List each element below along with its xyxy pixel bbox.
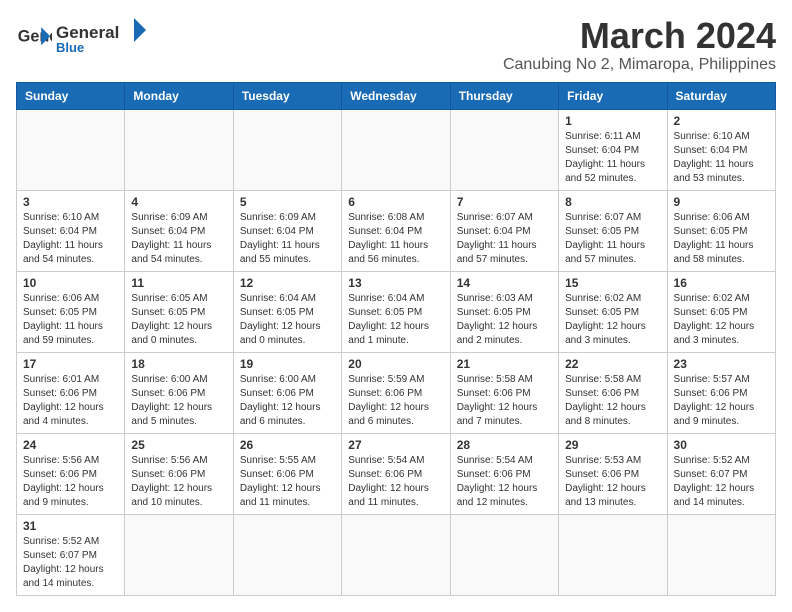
logo-icon: General <box>16 20 52 56</box>
day-7: 7 Sunrise: 6:07 AMSunset: 6:04 PMDayligh… <box>450 190 558 271</box>
header-saturday: Saturday <box>667 82 775 109</box>
day-3: 3 Sunrise: 6:10 AMSunset: 6:04 PMDayligh… <box>17 190 125 271</box>
day-29: 29 Sunrise: 5:53 AMSunset: 6:06 PMDaylig… <box>559 433 667 514</box>
empty-cell <box>233 109 341 190</box>
day-19: 19 Sunrise: 6:00 AMSunset: 6:06 PMDaylig… <box>233 352 341 433</box>
day-31: 31 Sunrise: 5:52 AMSunset: 6:07 PMDaylig… <box>17 514 125 595</box>
day-27: 27 Sunrise: 5:54 AMSunset: 6:06 PMDaylig… <box>342 433 450 514</box>
day-8: 8 Sunrise: 6:07 AMSunset: 6:05 PMDayligh… <box>559 190 667 271</box>
day-4: 4 Sunrise: 6:09 AMSunset: 6:04 PMDayligh… <box>125 190 233 271</box>
calendar: Sunday Monday Tuesday Wednesday Thursday… <box>16 82 776 596</box>
day-15: 15 Sunrise: 6:02 AMSunset: 6:05 PMDaylig… <box>559 271 667 352</box>
day-10: 10 Sunrise: 6:06 AMSunset: 6:05 PMDaylig… <box>17 271 125 352</box>
day-18: 18 Sunrise: 6:00 AMSunset: 6:06 PMDaylig… <box>125 352 233 433</box>
header-thursday: Thursday <box>450 82 558 109</box>
week-row-1: 1 Sunrise: 6:11 AMSunset: 6:04 PMDayligh… <box>17 109 776 190</box>
week-row-5: 24 Sunrise: 5:56 AMSunset: 6:06 PMDaylig… <box>17 433 776 514</box>
day-20: 20 Sunrise: 5:59 AMSunset: 6:06 PMDaylig… <box>342 352 450 433</box>
header-wednesday: Wednesday <box>342 82 450 109</box>
empty-cell <box>125 514 233 595</box>
empty-cell <box>450 514 558 595</box>
header-friday: Friday <box>559 82 667 109</box>
empty-cell <box>559 514 667 595</box>
empty-cell <box>233 514 341 595</box>
empty-cell <box>667 514 775 595</box>
header-monday: Monday <box>125 82 233 109</box>
day-11: 11 Sunrise: 6:05 AMSunset: 6:05 PMDaylig… <box>125 271 233 352</box>
day-2: 2 Sunrise: 6:10 AMSunset: 6:04 PMDayligh… <box>667 109 775 190</box>
day-24: 24 Sunrise: 5:56 AMSunset: 6:06 PMDaylig… <box>17 433 125 514</box>
day-30: 30 Sunrise: 5:52 AMSunset: 6:07 PMDaylig… <box>667 433 775 514</box>
day-14: 14 Sunrise: 6:03 AMSunset: 6:05 PMDaylig… <box>450 271 558 352</box>
day-5: 5 Sunrise: 6:09 AMSunset: 6:04 PMDayligh… <box>233 190 341 271</box>
day-13: 13 Sunrise: 6:04 AMSunset: 6:05 PMDaylig… <box>342 271 450 352</box>
week-row-3: 10 Sunrise: 6:06 AMSunset: 6:05 PMDaylig… <box>17 271 776 352</box>
day-22: 22 Sunrise: 5:58 AMSunset: 6:06 PMDaylig… <box>559 352 667 433</box>
day-25: 25 Sunrise: 5:56 AMSunset: 6:06 PMDaylig… <box>125 433 233 514</box>
day-23: 23 Sunrise: 5:57 AMSunset: 6:06 PMDaylig… <box>667 352 775 433</box>
day-16: 16 Sunrise: 6:02 AMSunset: 6:05 PMDaylig… <box>667 271 775 352</box>
header: General General Blue March 2024 Canubing… <box>16 16 776 74</box>
empty-cell <box>17 109 125 190</box>
weekday-header-row: Sunday Monday Tuesday Wednesday Thursday… <box>17 82 776 109</box>
month-title: March 2024 <box>503 16 776 56</box>
day-26: 26 Sunrise: 5:55 AMSunset: 6:06 PMDaylig… <box>233 433 341 514</box>
day-12: 12 Sunrise: 6:04 AMSunset: 6:05 PMDaylig… <box>233 271 341 352</box>
day-9: 9 Sunrise: 6:06 AMSunset: 6:05 PMDayligh… <box>667 190 775 271</box>
day-1: 1 Sunrise: 6:11 AMSunset: 6:04 PMDayligh… <box>559 109 667 190</box>
day-17: 17 Sunrise: 6:01 AMSunset: 6:06 PMDaylig… <box>17 352 125 433</box>
empty-cell <box>342 109 450 190</box>
location-title: Canubing No 2, Mimaropa, Philippines <box>503 56 776 74</box>
logo: General General Blue <box>16 16 146 59</box>
generalblue-logo: General Blue <box>56 16 146 54</box>
day-28: 28 Sunrise: 5:54 AMSunset: 6:06 PMDaylig… <box>450 433 558 514</box>
week-row-2: 3 Sunrise: 6:10 AMSunset: 6:04 PMDayligh… <box>17 190 776 271</box>
svg-text:Blue: Blue <box>56 40 84 54</box>
header-sunday: Sunday <box>17 82 125 109</box>
empty-cell <box>125 109 233 190</box>
empty-cell <box>450 109 558 190</box>
header-tuesday: Tuesday <box>233 82 341 109</box>
week-row-4: 17 Sunrise: 6:01 AMSunset: 6:06 PMDaylig… <box>17 352 776 433</box>
day-21: 21 Sunrise: 5:58 AMSunset: 6:06 PMDaylig… <box>450 352 558 433</box>
day-6: 6 Sunrise: 6:08 AMSunset: 6:04 PMDayligh… <box>342 190 450 271</box>
title-area: March 2024 Canubing No 2, Mimaropa, Phil… <box>503 16 776 74</box>
empty-cell <box>342 514 450 595</box>
week-row-6: 31 Sunrise: 5:52 AMSunset: 6:07 PMDaylig… <box>17 514 776 595</box>
